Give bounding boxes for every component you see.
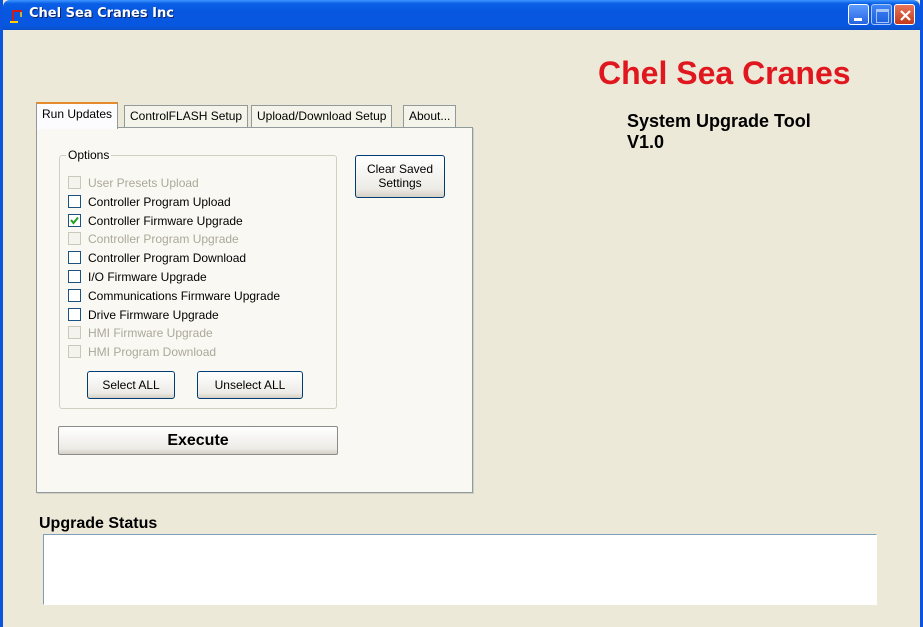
option-label: HMI Program Download: [88, 345, 217, 359]
checkbox[interactable]: [68, 251, 81, 264]
tab-upload-download-setup[interactable]: Upload/Download Setup: [251, 105, 393, 128]
checkbox: [68, 176, 81, 189]
option-label: Controller Firmware Upgrade: [88, 214, 243, 228]
app-window: Chel Sea Cranes Inc Chel Sea Cranes Syst…: [0, 0, 923, 627]
checkbox[interactable]: [68, 308, 81, 321]
clear-saved-line2: Settings: [378, 176, 422, 190]
option-label: Controller Program Download: [88, 251, 247, 265]
checkbox[interactable]: [68, 214, 81, 227]
unselect-all-button[interactable]: Unselect ALL: [197, 371, 303, 399]
tab-about[interactable]: About...: [403, 105, 457, 128]
tool-name: System Upgrade Tool: [627, 111, 811, 131]
option-label: I/O Firmware Upgrade: [88, 270, 207, 284]
checkbox: [68, 326, 81, 339]
execute-button[interactable]: Execute: [58, 426, 338, 455]
option-label: User Presets Upload: [88, 176, 199, 190]
clear-saved-line1: Clear Saved: [366, 162, 434, 176]
upgrade-status-label: Upgrade Status: [39, 515, 158, 532]
options-legend: Options: [66, 148, 112, 162]
close-icon: [900, 10, 911, 21]
checkbox: [68, 232, 81, 245]
window-title: Chel Sea Cranes Inc: [29, 6, 174, 21]
checkmark-icon: [70, 216, 79, 225]
crane-icon: [10, 10, 22, 23]
title-bar[interactable]: Chel Sea Cranes Inc: [3, 0, 920, 30]
tool-version: V1.0: [627, 132, 665, 152]
brand-title: Chel Sea Cranes: [598, 55, 851, 91]
clear-saved-settings-button[interactable]: Clear Saved Settings: [355, 155, 445, 198]
option-label: HMI Firmware Upgrade: [88, 326, 213, 340]
option-label: Communications Firmware Upgrade: [88, 289, 281, 303]
minimize-button[interactable]: [848, 4, 869, 25]
checkbox[interactable]: [68, 270, 81, 283]
checkbox[interactable]: [68, 289, 81, 302]
checkbox: [68, 345, 81, 358]
tool-title: System Upgrade Tool V1.0: [627, 111, 811, 153]
option-label: Drive Firmware Upgrade: [88, 308, 219, 322]
option-label: Controller Program Upload: [88, 195, 231, 209]
tab-run-updates[interactable]: Run Updates: [36, 102, 119, 129]
close-button[interactable]: [894, 4, 915, 25]
maximize-button[interactable]: [871, 4, 892, 25]
upgrade-status-textbox[interactable]: [43, 534, 877, 605]
checkbox[interactable]: [68, 195, 81, 208]
option-label: Controller Program Upgrade: [88, 232, 239, 246]
select-all-button[interactable]: Select ALL: [87, 371, 175, 399]
tab-controlflash-setup[interactable]: ControlFLASH Setup: [124, 105, 249, 128]
